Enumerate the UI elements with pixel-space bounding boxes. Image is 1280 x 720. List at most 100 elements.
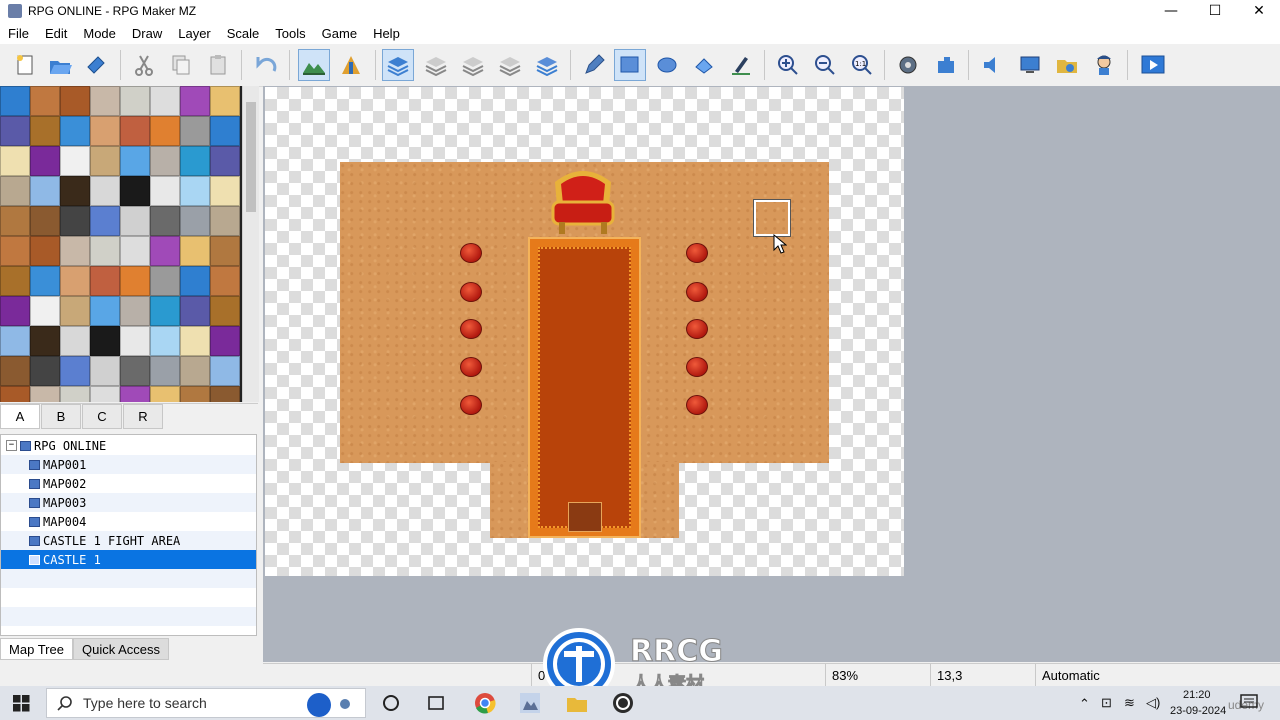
palette-tile[interactable] (60, 146, 90, 176)
tab-tileset-c[interactable]: C (82, 404, 122, 429)
tab-quick-access[interactable]: Quick Access (73, 638, 169, 660)
shadow-pen-icon[interactable] (725, 49, 757, 81)
palette-tile[interactable] (60, 176, 90, 206)
tab-map-tree[interactable]: Map Tree (0, 638, 73, 660)
palette-tile[interactable] (60, 86, 90, 116)
tree-map-item[interactable]: MAP003 (1, 493, 256, 512)
palette-tile[interactable] (120, 146, 150, 176)
palette-tile[interactable] (150, 86, 180, 116)
tree-map-item-selected[interactable]: CASTLE 1 (1, 550, 256, 569)
palette-tile[interactable] (180, 266, 210, 296)
palette-tile[interactable] (0, 356, 30, 386)
palette-tile[interactable] (180, 326, 210, 356)
maximize-button[interactable]: ☐ (1193, 0, 1237, 22)
plugin-manager-icon[interactable] (930, 49, 962, 81)
palette-tile[interactable] (210, 206, 240, 236)
palette-tile[interactable] (90, 236, 120, 266)
palette-tile[interactable] (120, 116, 150, 146)
event-searcher-icon[interactable] (1014, 49, 1046, 81)
palette-tile[interactable] (30, 356, 60, 386)
palette-tile[interactable] (210, 146, 240, 176)
menu-game[interactable]: Game (314, 26, 365, 41)
tab-tileset-b[interactable]: B (41, 404, 81, 429)
layer-3-icon[interactable] (494, 49, 526, 81)
rpg-maker-taskbar-icon[interactable] (519, 692, 541, 714)
transfer-event-marker[interactable] (568, 502, 602, 532)
palette-tile[interactable] (90, 116, 120, 146)
palette-tile[interactable] (0, 116, 30, 146)
palette-tile[interactable] (30, 296, 60, 326)
menu-file[interactable]: File (0, 26, 37, 41)
resource-manager-icon[interactable] (1051, 49, 1083, 81)
tree-map-item[interactable]: CASTLE 1 FIGHT AREA (1, 531, 256, 550)
palette-tile[interactable] (210, 266, 240, 296)
cut-icon[interactable] (128, 49, 160, 81)
palette-tile[interactable] (180, 356, 210, 386)
palette-tile[interactable] (0, 146, 30, 176)
palette-tile[interactable] (30, 86, 60, 116)
palette-tile[interactable] (150, 116, 180, 146)
palette-tile[interactable] (210, 356, 240, 386)
palette-tile[interactable] (60, 356, 90, 386)
palette-tile[interactable] (180, 236, 210, 266)
layer-auto-icon[interactable] (382, 49, 414, 81)
volume-icon[interactable]: ◁) (1146, 695, 1160, 711)
wifi-icon[interactable]: ≋ (1124, 695, 1135, 711)
palette-tile[interactable] (30, 206, 60, 236)
ellipse-icon[interactable] (651, 49, 683, 81)
palette-tile[interactable] (150, 176, 180, 206)
palette-tile[interactable] (210, 326, 240, 356)
menu-layer[interactable]: Layer (170, 26, 219, 41)
palette-tile[interactable] (180, 386, 210, 402)
save-project-icon[interactable] (80, 49, 112, 81)
cortana-icon[interactable] (382, 694, 400, 712)
menu-draw[interactable]: Draw (124, 26, 170, 41)
palette-tile[interactable] (180, 296, 210, 326)
palette-tile[interactable] (90, 176, 120, 206)
palette-tile[interactable] (180, 146, 210, 176)
character-generator-icon[interactable] (1088, 49, 1120, 81)
tab-tileset-a[interactable]: A (0, 404, 40, 429)
tree-map-item[interactable]: MAP002 (1, 474, 256, 493)
palette-tile[interactable] (30, 236, 60, 266)
tab-tileset-r[interactable]: R (123, 404, 163, 429)
palette-tile[interactable] (150, 146, 180, 176)
collapse-icon[interactable]: − (6, 440, 17, 451)
palette-tile[interactable] (60, 116, 90, 146)
palette-tile[interactable] (90, 326, 120, 356)
new-project-icon[interactable] (9, 49, 41, 81)
palette-tile[interactable] (150, 326, 180, 356)
file-explorer-icon[interactable] (566, 693, 588, 713)
open-project-icon[interactable] (44, 49, 76, 81)
palette-tile[interactable] (30, 116, 60, 146)
palette-tile[interactable] (180, 86, 210, 116)
palette-tile[interactable] (0, 206, 30, 236)
pencil-icon[interactable] (578, 49, 610, 81)
layer-4-icon[interactable] (531, 49, 563, 81)
palette-tile[interactable] (150, 206, 180, 236)
map-editor-canvas[interactable] (263, 86, 1280, 662)
event-mode-icon[interactable] (335, 49, 367, 81)
palette-tile[interactable] (30, 176, 60, 206)
palette-tile[interactable] (0, 86, 30, 116)
palette-tile[interactable] (0, 266, 30, 296)
playtest-icon[interactable] (1137, 49, 1169, 81)
palette-tile[interactable] (210, 296, 240, 326)
copy-icon[interactable] (165, 49, 197, 81)
palette-tile[interactable] (90, 296, 120, 326)
palette-tile[interactable] (0, 176, 30, 206)
palette-tile[interactable] (150, 356, 180, 386)
palette-tile[interactable] (90, 146, 120, 176)
tray-chevron-icon[interactable]: ⌃ (1079, 696, 1090, 712)
palette-tile[interactable] (120, 206, 150, 236)
palette-tile[interactable] (90, 356, 120, 386)
palette-tile[interactable] (150, 266, 180, 296)
palette-tile[interactable] (210, 86, 240, 116)
layer-2-icon[interactable] (457, 49, 489, 81)
palette-tile[interactable] (210, 116, 240, 146)
menu-tools[interactable]: Tools (267, 26, 313, 41)
menu-mode[interactable]: Mode (75, 26, 124, 41)
palette-tile[interactable] (150, 296, 180, 326)
layer-1-icon[interactable] (420, 49, 452, 81)
chrome-icon[interactable] (474, 692, 496, 714)
